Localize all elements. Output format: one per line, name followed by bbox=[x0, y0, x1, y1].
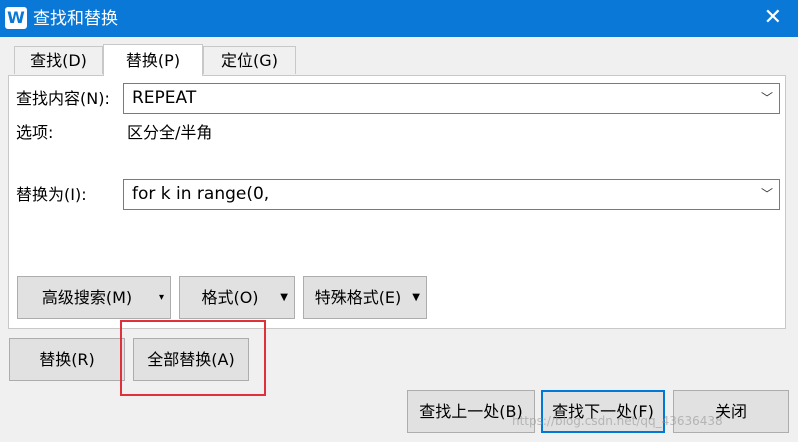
window-title: 查找和替换 bbox=[33, 9, 118, 29]
wps-writer-icon: W bbox=[5, 7, 27, 29]
format-button[interactable]: 格式(O) ▼ bbox=[179, 276, 295, 319]
find-input[interactable]: REPEAT ﹀ bbox=[123, 83, 780, 114]
tab-goto[interactable]: 定位(G) bbox=[203, 46, 296, 74]
advanced-search-label: 高级搜索(M) bbox=[41, 288, 133, 307]
find-label: 查找内容(N): bbox=[16, 89, 110, 108]
double-chevron-down-icon: ▾ bbox=[158, 292, 164, 303]
watermark: https://blog.csdn.net/qq_43636438 bbox=[512, 414, 723, 428]
advanced-search-button[interactable]: 高级搜索(M) ▾ bbox=[17, 276, 171, 319]
options-label: 选项: bbox=[16, 123, 54, 142]
chevron-down-icon[interactable]: ﹀ bbox=[761, 84, 773, 113]
special-format-button[interactable]: 特殊格式(E) ▼ bbox=[303, 276, 427, 319]
special-format-label: 特殊格式(E) bbox=[314, 288, 402, 307]
replace-input[interactable]: for k in range(0, ﹀ bbox=[123, 179, 780, 210]
highlight-box bbox=[120, 320, 266, 396]
replace-button[interactable]: 替换(R) bbox=[9, 338, 125, 381]
dropdown-arrow-icon: ▼ bbox=[280, 292, 288, 303]
tab-find[interactable]: 查找(D) bbox=[14, 46, 103, 74]
dropdown-arrow-icon: ▼ bbox=[412, 292, 420, 303]
tab-replace[interactable]: 替换(P) bbox=[103, 44, 203, 76]
replace-value: for k in range(0, bbox=[132, 184, 270, 204]
close-icon[interactable]: ✕ bbox=[764, 6, 782, 30]
title-bar: W 查找和替换 ✕ bbox=[0, 0, 798, 37]
options-value: 区分全/半角 bbox=[127, 123, 213, 142]
format-label: 格式(O) bbox=[201, 288, 259, 307]
find-value: REPEAT bbox=[132, 88, 197, 108]
chevron-down-icon[interactable]: ﹀ bbox=[761, 180, 773, 209]
replace-label: 替换为(I): bbox=[16, 185, 87, 204]
